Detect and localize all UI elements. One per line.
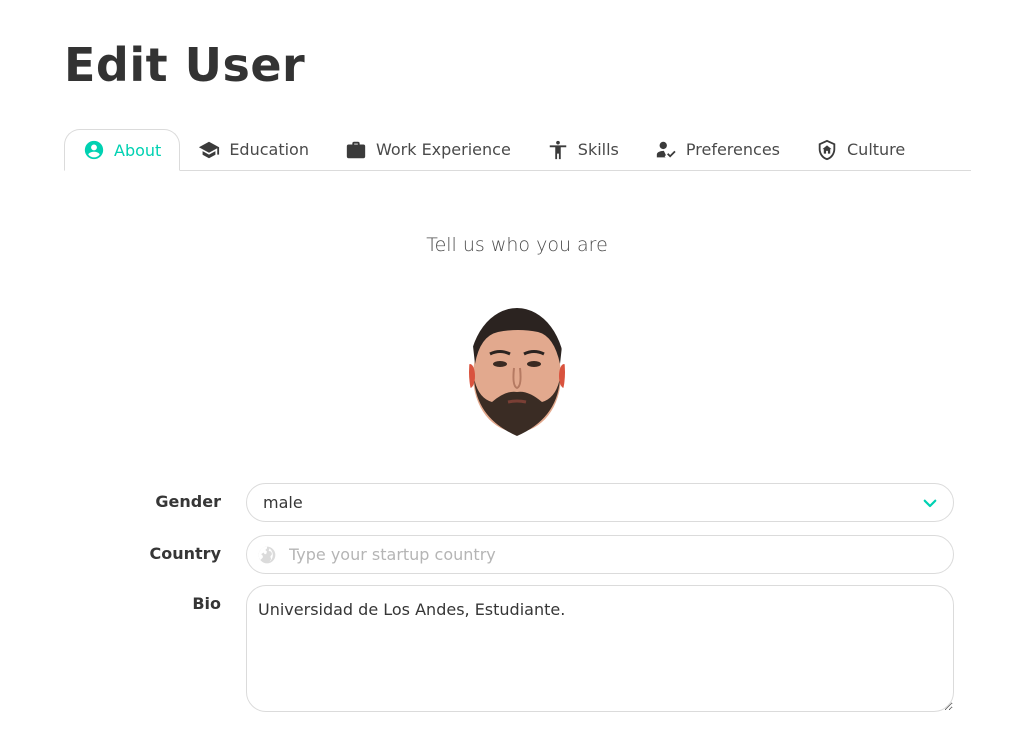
person-check-icon [655,139,677,161]
tab-culture[interactable]: Culture [798,129,923,170]
graduation-cap-icon [198,139,220,161]
shield-home-icon [816,139,838,161]
chevron-down-icon [921,494,939,512]
tab-label: Skills [577,140,619,159]
tab-label: Preferences [685,140,780,159]
person-standing-icon [547,139,569,161]
gender-select[interactable]: male [246,483,954,522]
gender-value: male [263,493,303,512]
bio-label: Bio [192,594,221,613]
tab-preferences[interactable]: Preferences [637,129,798,170]
page-title: Edit User [64,38,306,92]
tab-bar: About Education Work Experience Skills P… [64,118,971,171]
tab-about[interactable]: About [64,129,181,171]
globe-icon [257,545,277,565]
country-input[interactable] [287,544,931,565]
bio-textarea[interactable]: Universidad de Los Andes, Estudiante. [246,585,954,712]
tab-label: About [114,140,162,160]
briefcase-icon [345,139,367,161]
tab-label: Culture [847,140,906,159]
user-photo-avatar[interactable] [468,306,566,436]
gender-label: Gender [155,492,221,511]
country-label: Country [149,544,221,563]
section-subtitle: Tell us who you are [426,234,608,256]
tab-label: Work Experience [375,140,511,159]
account-circle-icon [83,139,105,161]
tab-work-experience[interactable]: Work Experience [327,129,529,170]
tab-skills[interactable]: Skills [529,129,637,170]
tab-education[interactable]: Education [180,129,327,170]
country-field [246,535,954,574]
tab-label: Education [229,140,309,159]
